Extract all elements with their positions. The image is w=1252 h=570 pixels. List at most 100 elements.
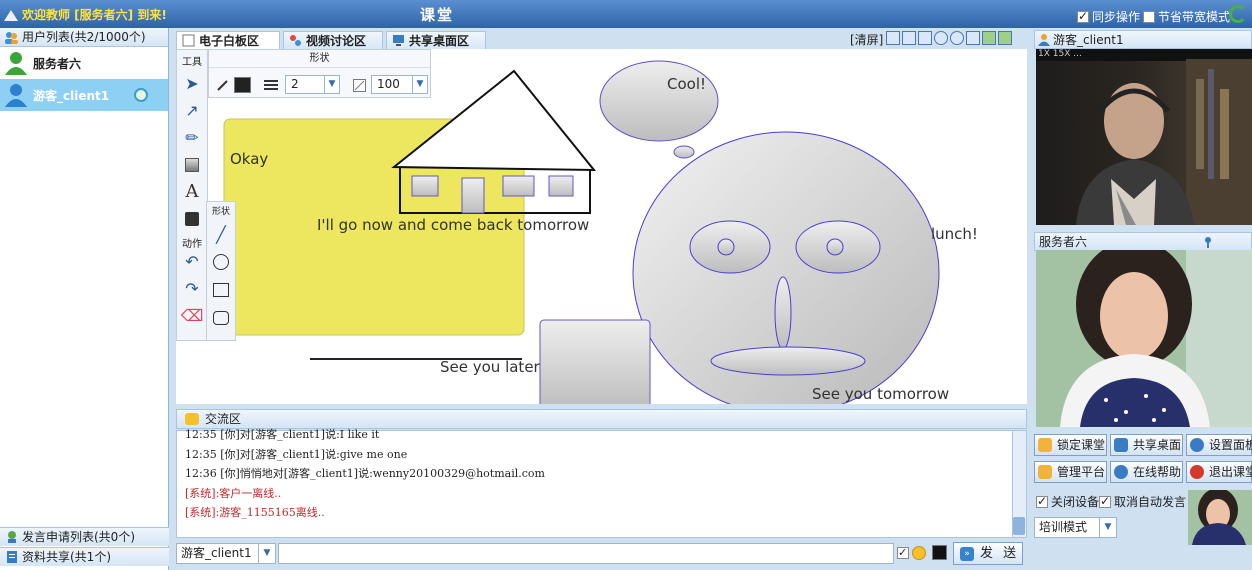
file-share-label: 资料共享(共1个) bbox=[22, 550, 111, 564]
next-page-icon[interactable] bbox=[998, 31, 1012, 45]
client-video-feed[interactable]: 1X 15X ... bbox=[1036, 49, 1252, 225]
drawing-toolbox: 工具 ➤ ↗ ✏ A 动作 ↶ ↷ ⌫ bbox=[176, 49, 208, 341]
whiteboard-text-okay[interactable]: Okay bbox=[230, 150, 268, 168]
message-input[interactable] bbox=[278, 543, 894, 564]
chat-log: 12:35 [你]对[游客_client1]说:I like it 12:35 … bbox=[176, 428, 1027, 538]
font-color-swatch[interactable] bbox=[932, 545, 947, 560]
tab-shared-desktop[interactable]: 共享桌面区 bbox=[386, 31, 486, 50]
close-device-check-box[interactable] bbox=[1036, 494, 1048, 508]
action-label: 动作 bbox=[182, 239, 202, 250]
teacher-video-title: 服务者六 bbox=[1039, 235, 1088, 249]
house-door bbox=[461, 177, 485, 214]
whiteboard-text-go-now[interactable]: I'll go now and come back tomorrow bbox=[317, 216, 589, 234]
admin-platform-button[interactable]: 管理平台 bbox=[1034, 461, 1107, 483]
whiteboard-text-lunch[interactable]: lunch! bbox=[931, 225, 978, 243]
tab-video-discussion[interactable]: 视频讨论区 bbox=[283, 31, 383, 50]
files-icon bbox=[7, 551, 17, 563]
share-desktop-button[interactable]: 共享桌面 bbox=[1110, 434, 1183, 456]
chat-bubble-icon bbox=[185, 413, 199, 425]
gear-icon bbox=[1190, 438, 1204, 452]
online-help-button[interactable]: 在线帮助 bbox=[1110, 461, 1183, 483]
sync-checkbox[interactable]: 同步操作 bbox=[1077, 8, 1140, 25]
settings-panel-button[interactable]: 设置面板 bbox=[1186, 434, 1252, 456]
mouth bbox=[710, 346, 866, 376]
camera-icon[interactable] bbox=[134, 88, 148, 102]
chat-scrollbar-thumb[interactable] bbox=[1013, 517, 1025, 535]
eraser-icon[interactable]: ⌫ bbox=[177, 302, 207, 329]
recipient-select[interactable]: 游客_client1 ▼ bbox=[176, 543, 276, 564]
tab-label: 电子白板区 bbox=[199, 34, 260, 48]
teacher-video-feed[interactable] bbox=[1036, 250, 1252, 427]
nose bbox=[774, 276, 792, 350]
close-device-checkbox[interactable]: 关闭设备 bbox=[1036, 493, 1099, 510]
lock-class-button[interactable]: 锁定课堂 bbox=[1034, 434, 1107, 456]
actual-size-icon[interactable] bbox=[918, 31, 932, 45]
whiteboard-text-see-later[interactable]: See you later bbox=[440, 358, 540, 376]
cancel-auto-speak-check-box[interactable] bbox=[1099, 494, 1111, 508]
text-tool[interactable]: A bbox=[177, 178, 207, 205]
undo-icon[interactable]: ↶ bbox=[177, 248, 207, 275]
shape-subtoolbox: 形状 ╱ bbox=[206, 201, 236, 341]
pen-color-icon[interactable] bbox=[216, 78, 230, 92]
redo-icon[interactable]: ↷ bbox=[177, 275, 207, 302]
chat-header-label: 交流区 bbox=[205, 412, 242, 426]
clear-screen-button[interactable]: [清屏] bbox=[850, 31, 883, 48]
tab-whiteboard[interactable]: 电子白板区 bbox=[176, 31, 280, 50]
zoom-out-icon[interactable] bbox=[950, 31, 964, 45]
refresh-icon[interactable] bbox=[1229, 5, 1247, 23]
user-item-client[interactable]: 游客_client1 bbox=[0, 79, 168, 111]
bandwidth-check-box[interactable] bbox=[1143, 10, 1155, 23]
bandwidth-label: 节省带宽模式 bbox=[1158, 10, 1231, 24]
whiteboard-text-see-tomorrow[interactable]: See you tomorrow bbox=[812, 385, 949, 403]
previous-page-icon[interactable] bbox=[982, 31, 996, 45]
mode-select[interactable]: 培训模式 ▼ bbox=[1034, 517, 1117, 538]
self-video-thumbnail[interactable] bbox=[1188, 490, 1252, 545]
private-checkbox[interactable]: ✓ bbox=[897, 547, 909, 559]
cancel-auto-speak-label: 取消自动发言 bbox=[1114, 495, 1187, 509]
emoji-icon[interactable] bbox=[912, 546, 926, 560]
chat-scrollbar[interactable] bbox=[1012, 431, 1026, 537]
cancel-auto-speak-checkbox[interactable]: 取消自动发言 bbox=[1099, 493, 1186, 510]
file-share-footer[interactable]: 资料共享(共1个) bbox=[0, 547, 169, 566]
whiteboard-drawing[interactable] bbox=[176, 49, 1027, 404]
speak-request-footer[interactable]: 发言申请列表(共0个) bbox=[0, 527, 169, 546]
opacity-select[interactable]: 100 ▼ bbox=[371, 75, 428, 94]
whiteboard-canvas[interactable]: Okay I'll go now and come back tomorrow … bbox=[176, 49, 1027, 404]
save-image-icon[interactable] bbox=[966, 31, 980, 45]
select-move-tool[interactable]: ➤ bbox=[177, 70, 207, 97]
line-shape-tool[interactable]: ╱ bbox=[207, 220, 235, 248]
chevron-down-icon: ▼ bbox=[412, 76, 427, 93]
fit-width-icon[interactable] bbox=[886, 31, 900, 45]
color-swatch[interactable] bbox=[234, 77, 251, 93]
fit-page-icon[interactable] bbox=[902, 31, 916, 45]
opacity-icon bbox=[353, 79, 366, 92]
user-list-title: 用户列表(共2/1000个) bbox=[22, 30, 146, 44]
users-icon bbox=[5, 32, 18, 44]
line-width-select[interactable]: 2 ▼ bbox=[285, 75, 340, 94]
exit-class-button[interactable]: 退出课堂 bbox=[1186, 461, 1252, 483]
bandwidth-checkbox[interactable]: 节省带宽模式 bbox=[1143, 8, 1230, 25]
exit-class-label: 退出课堂 bbox=[1209, 465, 1252, 479]
speech-bubble bbox=[599, 60, 719, 142]
ellipse-shape-tool[interactable] bbox=[207, 248, 235, 276]
speak-request-label: 发言申请列表(共0个) bbox=[22, 530, 135, 544]
video-zoom-toolbar[interactable]: 1X 15X ... bbox=[1038, 49, 1082, 59]
pin-icon[interactable] bbox=[1203, 235, 1213, 248]
sync-check-box[interactable] bbox=[1077, 9, 1089, 23]
zoom-in-icon[interactable] bbox=[934, 31, 948, 45]
rounded-rect-shape-tool[interactable] bbox=[207, 304, 235, 332]
opacity-value: 100 bbox=[377, 77, 400, 91]
rect-shape-tool[interactable] bbox=[207, 276, 235, 304]
client-video-title: 游客_client1 bbox=[1053, 33, 1124, 47]
whiteboard-text-cool[interactable]: Cool! bbox=[667, 75, 706, 93]
send-button[interactable]: » 发 送 bbox=[953, 542, 1023, 565]
shape-tool[interactable] bbox=[177, 205, 207, 232]
pencil-tool[interactable]: ✏ bbox=[177, 124, 207, 151]
user-item-teacher[interactable]: 服务者六 bbox=[0, 47, 168, 79]
teacher-avatar-icon bbox=[5, 52, 27, 75]
fill-rect-tool[interactable] bbox=[177, 151, 207, 178]
user-icon bbox=[1038, 34, 1050, 46]
right-panel: 游客_client1 1X 15X ... 服务者六 锁定课堂 共享桌面 设置面… bbox=[1032, 28, 1252, 570]
arrow-tool[interactable]: ↗ bbox=[177, 97, 207, 124]
admin-platform-label: 管理平台 bbox=[1057, 465, 1106, 479]
